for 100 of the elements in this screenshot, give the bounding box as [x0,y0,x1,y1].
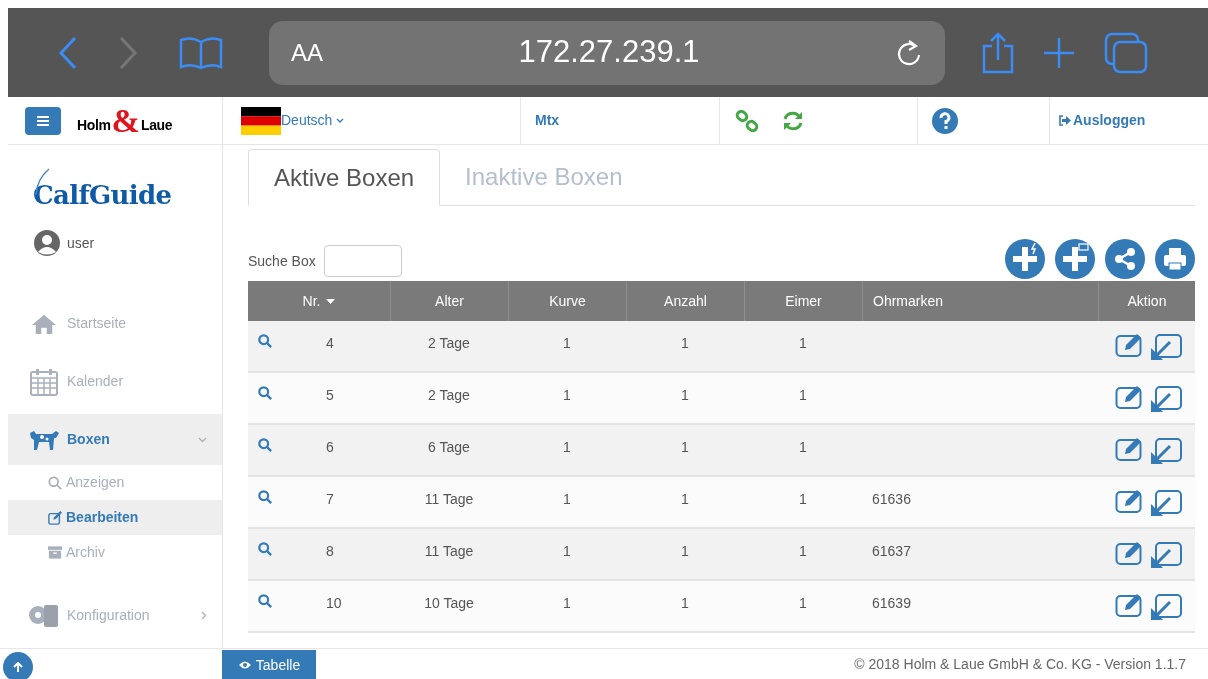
language-dropdown[interactable]: Deutsch [281,110,345,131]
sidebar-item[interactable]: Startseite [8,298,222,350]
table-row[interactable]: 10 10 Tage 1 1 1 61639 [248,581,1195,633]
search-field[interactable] [323,245,402,277]
table-cell-text: 10 [326,594,342,613]
sidebar-item[interactable]: Boxen [8,414,222,466]
print-button[interactable] [1155,239,1195,279]
table-cell-text: 10 Tage [424,594,474,613]
table-view-button[interactable]: Tabelle [222,650,316,679]
text-size-button[interactable]: AA [291,34,323,71]
column-header[interactable]: Nr. [248,281,390,321]
move-arrow-icon[interactable] [1150,385,1183,413]
table-cell-text: 2 Tage [428,386,470,405]
table-cell-text: 61636 [872,490,911,509]
move-arrow-icon[interactable] [1150,333,1183,361]
sidebar-subitem[interactable]: Archiv [8,535,222,571]
sidebar-subitem-label: Archiv [66,543,105,563]
table-cell-text: 1 [563,334,571,353]
link-icon[interactable] [735,109,759,132]
german-flag-icon [241,106,281,135]
table-cell-text: 6 Tage [428,438,470,457]
calendar-icon [29,366,59,397]
machine-icon [27,602,61,629]
table-cell-text: 1 [681,490,689,509]
sidebar-subitem[interactable]: Bearbeiten [8,500,222,536]
device-link[interactable]: Mtx [535,110,560,131]
table-cell-text: 1 [799,594,807,613]
address-bar[interactable]: AA 172.27.239.1 [269,20,945,85]
search-icon[interactable] [258,490,272,504]
sidebar-item[interactable]: Konfiguration [8,590,222,641]
refresh-icon[interactable] [782,110,804,131]
search-icon[interactable] [258,334,272,348]
company-logo: Holm&Laue [77,105,173,136]
table-cell-text: 1 [681,334,689,353]
table-row[interactable]: 5 2 Tage 1 1 1 [248,373,1195,425]
chevron-down-icon [336,117,345,124]
tabs-icon[interactable] [1104,31,1148,74]
tab[interactable]: Aktive Boxen [248,149,441,206]
table-cell-text: 61639 [872,594,911,613]
copyright-text: © 2018 Holm & Laue GmbH & Co. KG - Version 1.1.7 [854,655,1186,674]
help-icon[interactable] [932,107,958,134]
bookmarks-button[interactable] [178,35,224,70]
sidebar-subitem[interactable]: Anzeigen [8,465,222,501]
back-icon [58,35,78,70]
table-cell-text: 11 Tage [424,490,474,509]
table-row[interactable]: 4 2 Tage 1 1 1 [248,321,1195,373]
search-label: Suche Box [248,251,316,271]
table-cell-text: 1 [563,438,571,457]
table-cell-text: 1 [563,490,571,509]
move-arrow-icon[interactable] [1150,489,1183,517]
search-icon[interactable] [258,438,272,452]
book-icon [178,35,224,70]
share-button[interactable] [1105,239,1145,279]
archive-box-icon [48,546,62,560]
scroll-up-button[interactable] [3,652,33,679]
add-quick-button[interactable] [1005,239,1045,279]
sidebar-item[interactable]: Kalender [8,356,222,408]
table-cell-text: 1 [563,542,571,561]
table-cell-text: 61637 [872,542,911,561]
table-cell-text: 1 [681,438,689,457]
table-cell-text: 4 [326,334,334,353]
search-icon[interactable] [258,386,272,400]
sign-out-icon [1058,115,1071,126]
sidebar-subitem-label: Anzeigen [66,473,125,493]
table-cell-text: 1 [799,542,807,561]
sidebar-item-label: Kalender [67,372,125,392]
move-arrow-icon[interactable] [1150,593,1183,621]
arrow-up-icon [13,662,23,672]
user-name: user [67,233,95,253]
sidebar-item-label: Boxen [67,430,111,450]
table-cell-text: 6 [326,438,334,457]
table-cell-text: 1 [799,490,807,509]
search-icon[interactable] [258,542,272,556]
table-cell-text: 2 Tage [428,334,470,353]
add-message-button[interactable] [1055,239,1095,279]
table-cell-text: 1 [681,594,689,613]
plus-icon[interactable] [1042,35,1076,70]
table-cell-text: 7 [326,490,334,509]
move-arrow-icon[interactable] [1150,541,1183,569]
sidebar-subitem-label: Bearbeiten [66,508,139,528]
edit-icon [48,510,62,525]
share-icon[interactable] [980,31,1016,74]
reload-icon[interactable] [895,37,923,68]
sidebar-item-label: Konfiguration [67,606,151,625]
menu-button[interactable] [25,106,61,135]
table-cell-text: 8 [326,542,334,561]
move-arrow-icon[interactable] [1150,437,1183,465]
search-icon [48,475,62,490]
logout-link[interactable]: Ausloggen [1058,110,1146,131]
table-cell-text: 1 [799,386,807,405]
table-row[interactable]: 8 11 Tage 1 1 1 61637 [248,529,1195,581]
table-row[interactable]: 7 11 Tage 1 1 1 61636 [248,477,1195,529]
table-cell-text: 1 [681,542,689,561]
user-avatar-icon [33,229,61,258]
table-cell-text: 1 [799,438,807,457]
table-cell-text: 1 [681,386,689,405]
eye-icon [237,660,252,670]
search-icon[interactable] [258,594,272,608]
sidebar-item-label: Startseite [67,314,128,334]
table-row[interactable]: 6 6 Tage 1 1 1 [248,425,1195,477]
